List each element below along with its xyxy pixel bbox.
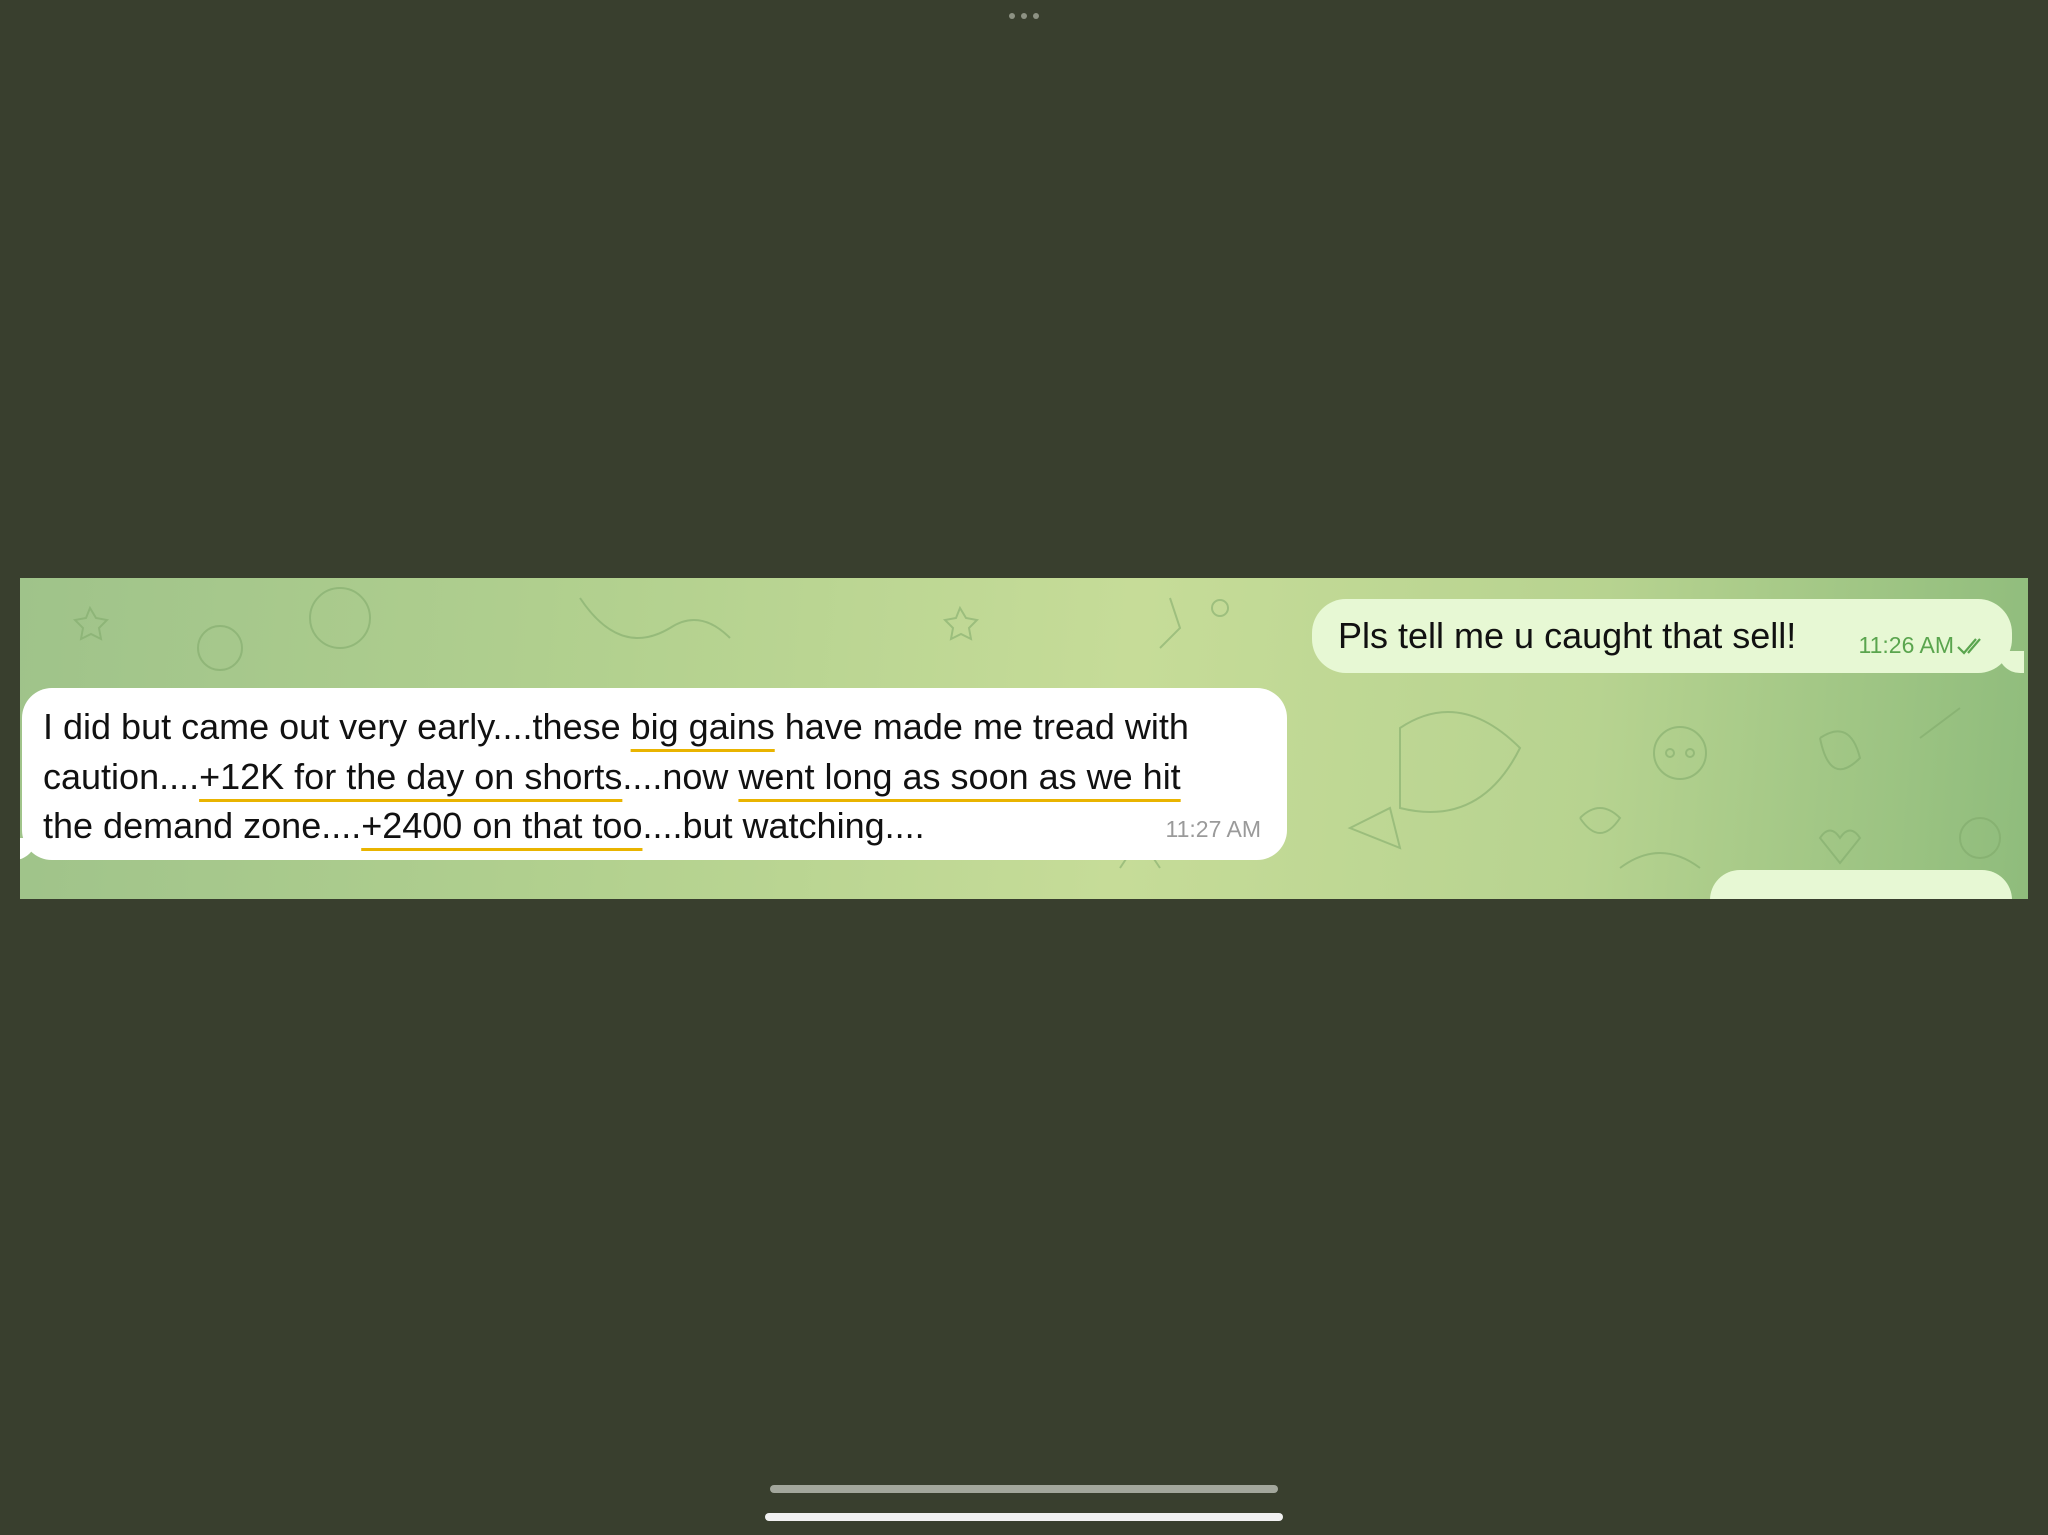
highlighted-text: +12K for the day on shorts bbox=[199, 755, 623, 797]
chat-screenshot: Pls tell me u caught that sell! 11:26 AM… bbox=[20, 578, 2028, 899]
text-segment: the demand zone.... bbox=[43, 805, 362, 846]
text-segment: ....but watching.... bbox=[642, 805, 925, 846]
message-text: I did but came out very early....these b… bbox=[43, 702, 1243, 851]
highlighted-text: big gains bbox=[630, 706, 775, 747]
text-segment: I did but came out very early....these bbox=[43, 706, 631, 747]
highlighted-text: +2400 on that too bbox=[361, 805, 643, 846]
dot-icon bbox=[1009, 13, 1015, 19]
message-meta: 11:26 AM bbox=[1859, 632, 1988, 659]
dot-icon bbox=[1021, 13, 1027, 19]
highlighted-text: went long as soon as we hit bbox=[738, 755, 1181, 797]
message-text: Pls tell me u caught that sell! bbox=[1338, 615, 1797, 656]
message-line: caution....+12K for the day on shorts...… bbox=[43, 752, 1243, 802]
dot-icon bbox=[1033, 13, 1039, 19]
text-segment: ....now bbox=[622, 755, 739, 797]
text-segment: have made me tread with bbox=[774, 706, 1189, 747]
message-time: 11:27 AM bbox=[1165, 816, 1261, 842]
message-time: 11:26 AM bbox=[1858, 632, 1954, 658]
message-line: the demand zone....+2400 on that too....… bbox=[43, 801, 1243, 851]
partial-outgoing-bubble[interactable] bbox=[1710, 870, 2012, 899]
message-line: I did but came out very early....these b… bbox=[43, 702, 1243, 752]
top-more-dots[interactable] bbox=[1007, 13, 1041, 21]
double-check-icon bbox=[1957, 637, 1981, 655]
text-segment: caution.... bbox=[43, 755, 200, 797]
home-indicator[interactable] bbox=[765, 1513, 1283, 1521]
outgoing-message-bubble[interactable]: Pls tell me u caught that sell! 11:26 AM bbox=[1312, 599, 2024, 673]
incoming-message-bubble[interactable]: I did but came out very early....these b… bbox=[20, 688, 1287, 860]
scroll-indicator bbox=[770, 1485, 1278, 1493]
